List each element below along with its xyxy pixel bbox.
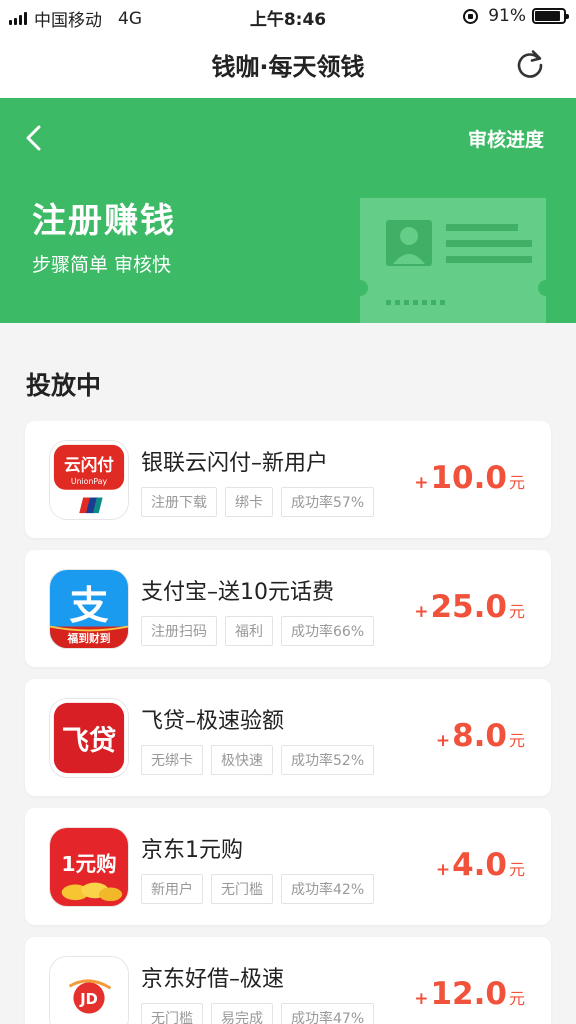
task-tags: 注册下载 绑卡 成功率57% (141, 487, 375, 517)
task-tag: 成功率57% (281, 487, 375, 517)
hero-banner: 审核进度 注册赚钱 步骤简单 审核快 (0, 98, 576, 323)
reward-unit: 元 (508, 602, 525, 621)
task-name: 银联云闪付–新用户 (141, 451, 329, 476)
task-name: 支付宝–送10元话费 (141, 580, 334, 605)
page-title: 钱咖·每天领钱 (211, 53, 365, 81)
unionpay-icon-subtext: UnionPay (71, 477, 108, 486)
task-tag: 成功率42% (281, 874, 375, 904)
reward-plus: + (414, 473, 429, 493)
reward-amount: 25.0 (430, 589, 507, 625)
task-name: 京东好借–极速 (141, 967, 285, 992)
unionpay-icon-text: 云闪付 (64, 454, 114, 474)
section-title: 投放中 (26, 371, 102, 400)
battery-fill (535, 11, 561, 21)
alipay-icon-glyph: 支 (69, 584, 108, 629)
task-reward: + 8.0 元 (436, 718, 525, 754)
unionpay-app-icon: 云闪付 UnionPay (49, 440, 129, 520)
alipay-app-icon: 支 福到财到 (49, 569, 129, 649)
reward-unit: 元 (508, 989, 525, 1008)
task-tag: 成功率66% (281, 616, 375, 646)
task-tags: 注册扫码 福利 成功率66% (141, 616, 375, 646)
review-progress-link[interactable]: 审核进度 (468, 125, 544, 152)
alipay-icon-banner: 福到财到 (67, 632, 111, 645)
task-tag: 注册扫码 (141, 616, 217, 646)
reward-unit: 元 (508, 860, 525, 879)
task-card[interactable]: 支 福到财到 支付宝–送10元话费 注册扫码 福利 成功率66% + 25.0 … (25, 550, 551, 667)
task-card[interactable]: 云闪付 UnionPay 银联云闪付–新用户 注册下载 绑卡 成功率57% + … (25, 421, 551, 538)
jd-haojie-app-icon: JD (49, 956, 129, 1024)
task-tags: 无绑卡 极快速 成功率52% (141, 745, 375, 775)
reward-plus: + (435, 731, 451, 751)
jd-one-yuan-app-icon: 1元购 (49, 827, 129, 907)
reward-amount: 8.0 (452, 718, 507, 754)
task-card[interactable]: 飞贷 飞贷–极速验额 无绑卡 极快速 成功率52% + 8.0 元 (25, 679, 551, 796)
reward-amount: 4.0 (452, 847, 507, 883)
task-card[interactable]: 1元购 京东1元购 新用户 无门槛 成功率42% + 4.0 元 (25, 808, 551, 925)
reward-unit: 元 (508, 473, 525, 492)
task-name: 飞贷–极速验额 (141, 709, 285, 734)
task-tag: 注册下载 (141, 487, 217, 517)
reward-unit: 元 (508, 731, 525, 750)
reward-plus: + (414, 989, 429, 1009)
reward-plus: + (435, 860, 451, 880)
task-tag: 极快速 (211, 745, 273, 775)
task-reward: + 12.0 元 (414, 976, 525, 1012)
task-tag: 无门槛 (211, 874, 273, 904)
task-tag: 福利 (225, 616, 273, 646)
task-tags: 新用户 无门槛 成功率42% (141, 874, 375, 904)
reward-plus: + (414, 602, 429, 622)
status-bar: 中国移动 4G 上午8:46 91% (0, 0, 576, 32)
task-card[interactable]: JD 京东好借–极速 无门槛 易完成 成功率47% + 12.0 元 (25, 937, 551, 1024)
feidai-app-icon: 飞贷 (49, 698, 129, 778)
task-tag: 成功率52% (281, 745, 375, 775)
jd-haojie-icon-text: JD (79, 991, 98, 1008)
reward-amount: 12.0 (430, 976, 507, 1012)
reward-amount: 10.0 (430, 460, 507, 496)
task-tag: 易完成 (211, 1003, 273, 1024)
battery-icon (532, 8, 569, 24)
task-reward: + 25.0 元 (414, 589, 525, 625)
task-reward: + 4.0 元 (436, 847, 525, 883)
task-tags: 无门槛 易完成 成功率47% (141, 1003, 375, 1024)
task-tag: 无门槛 (141, 1003, 203, 1024)
id-card-illustration (360, 198, 546, 323)
hero-subtitle: 步骤简单 审核快 (32, 254, 172, 276)
chevron-left-icon[interactable] (22, 124, 46, 152)
status-right: 91% (463, 6, 569, 26)
task-name: 京东1元购 (141, 838, 243, 863)
task-tag: 成功率47% (281, 1003, 375, 1024)
task-tag: 无绑卡 (141, 745, 203, 775)
task-tag: 新用户 (141, 874, 203, 904)
refresh-icon[interactable] (514, 48, 546, 80)
jd-one-icon-text: 1元购 (61, 852, 116, 876)
feidai-icon-text: 飞贷 (62, 726, 117, 757)
task-tag: 绑卡 (225, 487, 273, 517)
battery-percent: 91% (488, 6, 526, 26)
hero-title: 注册赚钱 (32, 201, 176, 241)
nav-bar: 钱咖·每天领钱 (0, 32, 576, 98)
orientation-lock-icon (463, 8, 479, 24)
task-reward: + 10.0 元 (414, 460, 525, 496)
